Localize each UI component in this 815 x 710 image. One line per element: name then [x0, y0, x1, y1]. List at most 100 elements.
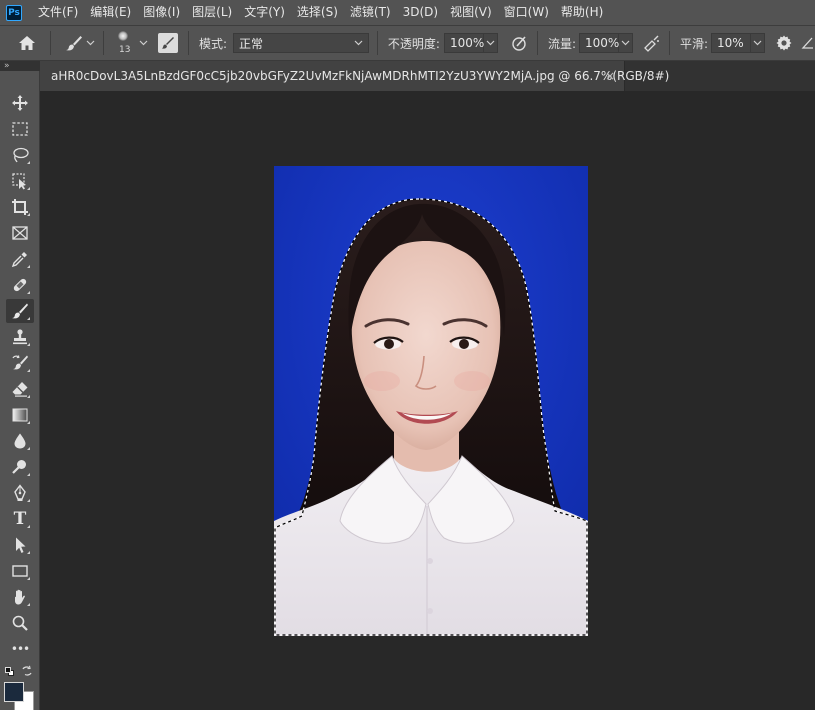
healing-brush-tool[interactable]: [6, 273, 34, 297]
gear-icon[interactable]: [773, 32, 795, 54]
hand-tool[interactable]: [6, 585, 34, 609]
document-tab-title: aHR0cDovL3A5LnBzdGF0cC5jb20vbGFyZ2UvMzFk…: [51, 69, 670, 83]
zoom-icon: [12, 615, 28, 631]
eyedropper-tool[interactable]: [6, 247, 34, 271]
separator: [102, 31, 104, 55]
swap-colors-icon[interactable]: [21, 665, 33, 677]
tool-group-corner-icon: [27, 577, 30, 580]
marquee-tool[interactable]: [6, 117, 34, 141]
gradient-tool[interactable]: [6, 403, 34, 427]
smoothing-label: 平滑:: [679, 36, 709, 51]
opacity-label: 不透明度:: [387, 36, 440, 51]
home-icon[interactable]: [16, 32, 38, 54]
document-image[interactable]: [274, 166, 588, 636]
menu-help[interactable]: 帮助(H): [555, 0, 609, 25]
menu-3d[interactable]: 3D(D): [397, 0, 444, 25]
pressure-opacity-icon[interactable]: [509, 32, 531, 54]
move-tool[interactable]: [6, 91, 34, 115]
opacity-chevron-icon[interactable]: [483, 33, 498, 53]
smoothing-field[interactable]: 10%: [711, 33, 752, 53]
crop-tool[interactable]: [6, 195, 34, 219]
tool-group-corner-icon: [27, 499, 30, 502]
opacity-value: 100%: [449, 36, 485, 50]
photo-button: [427, 608, 433, 614]
default-colors-icon-front: [5, 667, 11, 673]
photoshop-logo-icon[interactable]: Ps: [6, 4, 22, 21]
flow-chevron-icon[interactable]: [619, 33, 633, 53]
separator: [376, 31, 378, 55]
eraser-tool[interactable]: [6, 377, 34, 401]
tool-group-corner-icon: [27, 603, 30, 606]
photo-blush-left: [364, 371, 400, 391]
dodge-tool[interactable]: [6, 455, 34, 479]
menu-image[interactable]: 图像(I): [137, 0, 186, 25]
tool-group-corner-icon: [27, 447, 30, 450]
separator: [187, 31, 189, 55]
more-tools[interactable]: •••: [6, 637, 34, 661]
brush-size-value: 13: [119, 45, 131, 55]
tool-group-corner-icon: [27, 395, 30, 398]
brush-size-chevron-icon[interactable]: [138, 40, 150, 46]
mode-value: 正常: [238, 36, 263, 51]
move-icon: [12, 95, 28, 111]
menu-view[interactable]: 视图(V): [444, 0, 498, 25]
tool-group-corner-icon: [27, 369, 30, 372]
pen-tool[interactable]: [6, 481, 34, 505]
object-select-tool[interactable]: [6, 169, 34, 193]
chevron-down-icon[interactable]: [85, 40, 97, 46]
photo-blush-right: [454, 371, 490, 391]
brush-settings-panel-icon[interactable]: [157, 33, 178, 53]
zoom-tool[interactable]: [6, 611, 34, 635]
tool-group-corner-icon: [27, 213, 30, 216]
type-icon: T: [13, 509, 27, 529]
separator: [668, 31, 670, 55]
tool-group-corner-icon: [27, 343, 30, 346]
default-colors-icon[interactable]: [5, 667, 15, 677]
document-tab[interactable]: aHR0cDovL3A5LnBzdGF0cC5jb20vbGFyZ2UvMzFk…: [40, 61, 669, 91]
mode-label: 模式:: [198, 36, 227, 51]
photo-button: [427, 558, 433, 564]
type-tool[interactable]: T: [6, 507, 34, 531]
foreground-color-swatch[interactable]: [4, 682, 24, 702]
tool-group-corner-icon: [27, 421, 30, 424]
tool-group-corner-icon: [27, 265, 30, 268]
menu-type[interactable]: 文字(Y): [238, 0, 291, 25]
opacity-field[interactable]: 100%: [443, 33, 485, 53]
menu-window[interactable]: 窗口(W): [498, 0, 555, 25]
brush-tool[interactable]: [6, 299, 34, 323]
tool-group-corner-icon: [27, 317, 30, 320]
photo-iris-right: [459, 339, 469, 349]
frame-icon: [12, 226, 28, 240]
tools-panel: T •••: [0, 71, 40, 710]
tool-group-corner-icon: [27, 525, 30, 528]
menu-layer[interactable]: 图层(L): [186, 0, 238, 25]
separator: [536, 31, 538, 55]
tool-group-corner-icon: [27, 473, 30, 476]
menu-file[interactable]: 文件(F): [32, 0, 84, 25]
menu-select[interactable]: 选择(S): [291, 0, 344, 25]
separator: [49, 31, 51, 55]
smoothing-chevron-icon[interactable]: [751, 33, 766, 53]
menu-filter[interactable]: 滤镜(T): [344, 0, 397, 25]
blur-tool[interactable]: [6, 429, 34, 453]
clone-stamp-tool[interactable]: [6, 325, 34, 349]
mode-dropdown[interactable]: 正常: [232, 33, 369, 53]
menu-bar: Ps 文件(F) 编辑(E) 图像(I) 图层(L) 文字(Y) 选择(S) 滤…: [0, 0, 815, 25]
menu-edit[interactable]: 编辑(E): [84, 0, 137, 25]
panel-collapse-icon[interactable]: »: [0, 61, 40, 71]
close-icon[interactable]: ×: [605, 69, 615, 83]
angle-icon[interactable]: [801, 32, 815, 54]
lasso-tool[interactable]: [6, 143, 34, 167]
airbrush-icon[interactable]: [641, 32, 663, 54]
flow-field[interactable]: 100%: [579, 33, 619, 53]
tool-group-corner-icon: [27, 551, 30, 554]
chevron-down-icon: [353, 36, 365, 50]
history-brush-tool[interactable]: [6, 351, 34, 375]
frame-tool[interactable]: [6, 221, 34, 245]
marquee-icon: [12, 122, 28, 136]
brush-preset-icon[interactable]: [63, 32, 85, 54]
tool-group-corner-icon: [27, 291, 30, 294]
rectangle-tool[interactable]: [6, 559, 34, 583]
flow-value: 100%: [585, 36, 620, 50]
path-select-tool[interactable]: [6, 533, 34, 557]
